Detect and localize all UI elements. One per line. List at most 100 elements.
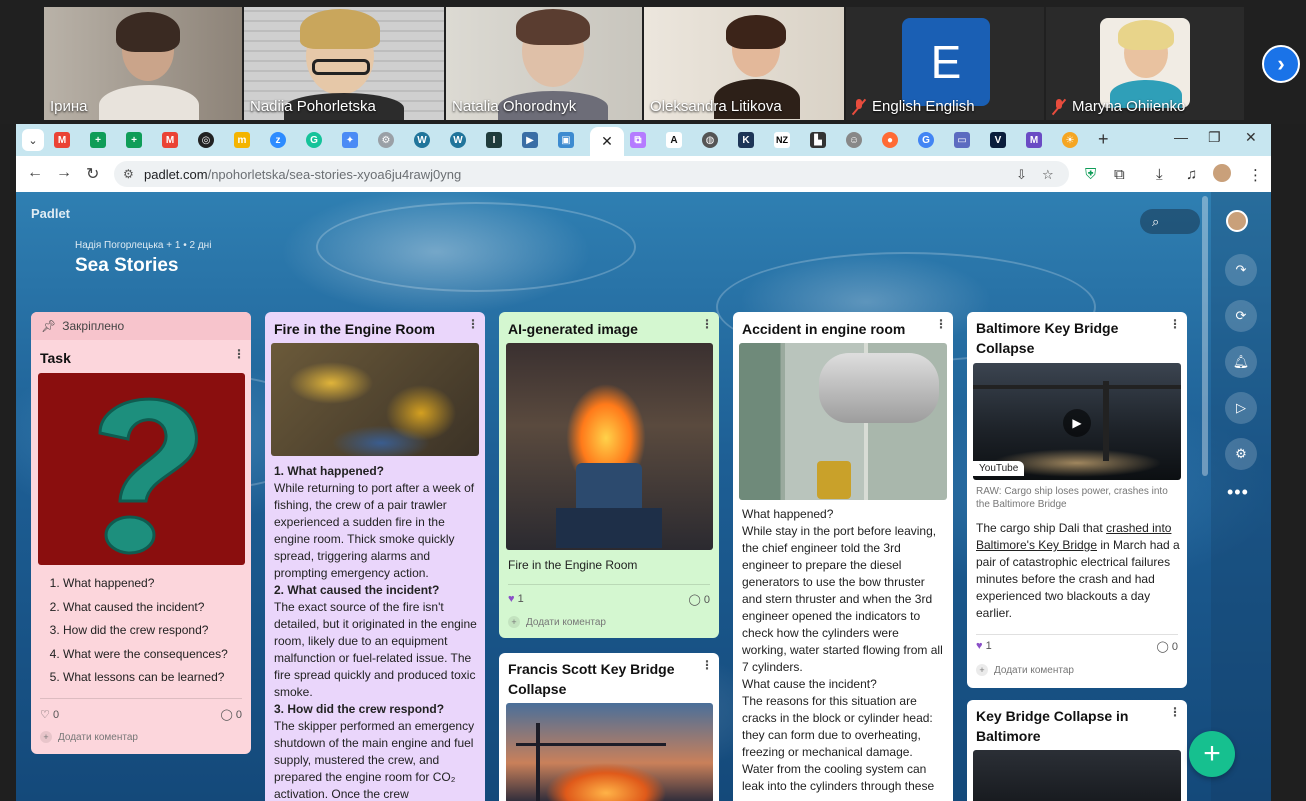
tab-gemini-icon[interactable]: ✦ [342, 132, 358, 148]
forward-icon[interactable]: → [56, 164, 72, 182]
ai-fire-image[interactable] [506, 343, 713, 550]
tab-search-dropdown-icon[interactable]: ⌄ [22, 129, 44, 151]
user-avatar[interactable] [1226, 210, 1248, 232]
post-menu-icon[interactable]: ⋮ [701, 658, 713, 672]
participant-tile-english[interactable]: E English English [846, 7, 1044, 120]
tab-site-icon[interactable]: V [990, 132, 1006, 148]
tab-site-icon[interactable]: ▭ [954, 132, 970, 148]
shield-icon[interactable]: ⛨ [1085, 166, 1096, 183]
bookmark-star-icon[interactable]: ☆ [1042, 167, 1054, 183]
participant-tile-oleksandra[interactable]: Oleksandra Litikova [644, 7, 844, 120]
participant-name: Maryna Ohiienko [1052, 98, 1185, 115]
post-menu-icon[interactable]: ⋮ [233, 347, 245, 361]
like-button[interactable]: ♥ 1 [976, 640, 992, 652]
participant-tile-nadiia[interactable]: Nadiia Pohorletska [244, 7, 444, 120]
tab-site-icon[interactable]: ● [882, 132, 898, 148]
profile-avatar[interactable] [1213, 164, 1231, 182]
comment-count[interactable]: ◯ 0 [1157, 640, 1179, 653]
tab-font-icon[interactable]: A [666, 132, 682, 148]
comment-count[interactable]: ◯ 0 [221, 708, 243, 721]
post-card-francis-scott-key[interactable]: Francis Scott Key Bridge Collapse ⋮ [499, 653, 719, 801]
tab-image-icon[interactable]: ▣ [558, 132, 574, 148]
like-button[interactable]: ♥ 1 [508, 593, 524, 605]
post-card-accident-engine-room[interactable]: Accident in engine room ⋮ What happened?… [733, 312, 953, 801]
tab-padlet-icon[interactable]: ⧉ [630, 132, 646, 148]
tab-site-icon[interactable]: M [1026, 132, 1042, 148]
tab-sun-icon[interactable]: ☀ [1062, 132, 1078, 148]
participant-tile-maryna[interactable]: Maryna Ohiienko [1046, 7, 1244, 120]
site-info-icon[interactable]: ⚙ [123, 167, 134, 181]
tab-grammarly-icon[interactable]: G [306, 132, 322, 148]
tab-site-icon[interactable]: K [738, 132, 754, 148]
tab-settings-icon[interactable]: ⚙ [378, 132, 394, 148]
close-window-icon[interactable]: ✕ [1245, 129, 1257, 146]
bridge-painting-image[interactable] [506, 703, 713, 801]
tab-google-icon[interactable]: G [918, 132, 934, 148]
restore-icon[interactable]: ❐ [1208, 129, 1221, 146]
post-card-ai-image[interactable]: AI-generated image ⋮ Fire in the Engine … [499, 312, 719, 638]
bell-icon[interactable]: 🔔︎ [1225, 346, 1257, 378]
post-menu-icon[interactable]: ⋮ [701, 317, 713, 331]
add-post-button[interactable]: + [1189, 731, 1235, 777]
minimize-icon[interactable]: — [1174, 129, 1188, 145]
tab-site-icon[interactable]: I [486, 132, 502, 148]
post-card-fire-engine-room[interactable]: Fire in the Engine Room ⋮ 1. What happen… [265, 312, 485, 801]
post-card-baltimore-key-bridge[interactable]: Baltimore Key Bridge Collapse ⋮ ▶ YouTub… [967, 312, 1187, 688]
tab-padlet-active[interactable]: ✕ [590, 127, 624, 156]
add-comment[interactable]: + Додати коментар [40, 731, 138, 743]
extensions-icon[interactable]: ⧉ [1114, 166, 1125, 183]
participant-avatar-initial: E [902, 18, 990, 106]
address-bar[interactable]: ⚙ padlet.com/npohorletska/sea-stories-xy… [114, 161, 1069, 187]
search-button[interactable]: ⌕ [1140, 209, 1200, 234]
install-icon[interactable]: ⇩ [1016, 167, 1027, 183]
engine-room-photo[interactable] [271, 343, 479, 456]
remake-icon[interactable]: ⟳ [1225, 300, 1257, 332]
new-tab-button[interactable]: + [1098, 129, 1109, 150]
back-icon[interactable]: ← [27, 164, 43, 182]
share-icon[interactable]: ↷ [1225, 254, 1257, 286]
tab-nz-icon[interactable]: NZ [774, 132, 790, 148]
add-comment[interactable]: + Додати коментар [976, 664, 1074, 676]
participant-tile-irina[interactable]: Ірина [44, 7, 242, 120]
youtube-video-thumbnail[interactable]: ▶ YouTube [973, 363, 1181, 480]
post-card-task[interactable]: 📌︎ Закріплено Task ⋮ What happened? What … [31, 312, 251, 754]
post-menu-icon[interactable]: ⋮ [1169, 705, 1181, 719]
tab-wordpress-icon[interactable]: W [414, 132, 430, 148]
video-thumbnail[interactable] [973, 750, 1181, 801]
tab-moodle-icon[interactable]: m [234, 132, 250, 148]
comment-count[interactable]: ◯ 0 [689, 593, 711, 606]
post-menu-icon[interactable]: ⋮ [935, 317, 947, 331]
tab-openai-icon[interactable]: ◎ [198, 132, 214, 148]
tab-globe-icon[interactable]: ◍ [702, 132, 718, 148]
menu-dots-icon[interactable]: ⋮ [1248, 166, 1263, 184]
slideshow-play-icon[interactable]: ▷ [1225, 392, 1257, 424]
chevron-right-icon[interactable]: › [1262, 45, 1300, 83]
download-icon[interactable]: ⤓ [1156, 166, 1163, 183]
tab-factory-icon[interactable]: ▙ [810, 132, 826, 148]
add-comment[interactable]: + Додати коментар [508, 616, 606, 628]
play-icon[interactable]: ▶ [1063, 409, 1091, 437]
reload-icon[interactable]: ↻ [86, 164, 99, 184]
gear-icon[interactable]: ⚙ [1225, 438, 1257, 470]
post-menu-icon[interactable]: ⋮ [1169, 317, 1181, 331]
question-mark-image[interactable] [38, 373, 245, 565]
tab-gmail-icon[interactable]: M [162, 132, 178, 148]
tab-sheets-icon[interactable]: + [90, 132, 106, 148]
padlet-logo[interactable]: Padlet [31, 206, 70, 221]
tab-gmail-icon[interactable]: M [54, 132, 70, 148]
like-button[interactable]: ♡ 0 [40, 709, 59, 721]
tab-smiley-icon[interactable]: ☺ [846, 132, 862, 148]
post-card-key-bridge-baltimore[interactable]: Key Bridge Collapse in Baltimore ⋮ [967, 700, 1187, 801]
tab-zoom-icon[interactable]: z [270, 132, 286, 148]
engine-room-photo[interactable] [739, 343, 947, 500]
participant-tile-natalia[interactable]: Natalia Ohorodnyk [446, 7, 642, 120]
post-menu-icon[interactable]: ⋮ [467, 317, 479, 331]
media-icon[interactable]: ♫ [1186, 166, 1197, 183]
video-title[interactable]: RAW: Cargo ship loses power, crashes int… [976, 485, 1180, 511]
page-scrollbar[interactable] [1202, 196, 1208, 476]
tab-video-icon[interactable]: ▶ [522, 132, 538, 148]
more-dots-icon[interactable]: ••• [1227, 482, 1249, 503]
tab-wordpress-icon[interactable]: W [450, 132, 466, 148]
close-icon[interactable]: ✕ [601, 133, 613, 150]
tab-sheets-icon[interactable]: + [126, 132, 142, 148]
